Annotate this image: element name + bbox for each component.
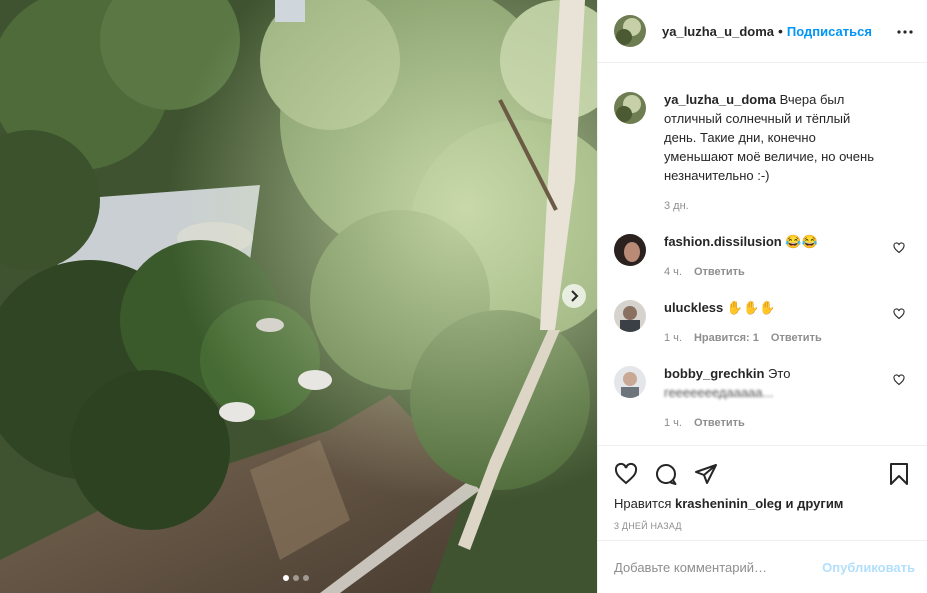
bookmark-icon[interactable] xyxy=(887,462,911,486)
caption-time[interactable]: 3 дн. xyxy=(664,197,689,216)
caption: ya_luzha_u_doma Вчера был отличный солне… xyxy=(614,90,911,216)
likes-summary: Нравится krasheninin_oleg и другим xyxy=(614,496,911,511)
comment-time[interactable]: 1 ч. xyxy=(664,414,682,433)
post-photo[interactable] xyxy=(0,0,597,593)
comment-item: fashion.dissilusion 😂😂 4 ч. Ответить xyxy=(614,232,911,282)
follow-button[interactable]: Подписаться xyxy=(787,24,872,39)
like-heart-icon[interactable] xyxy=(614,462,638,486)
post-side-panel: ya_luzha_u_doma • Подписаться ya_luzha_u… xyxy=(597,0,927,593)
commenter-avatar[interactable] xyxy=(614,300,646,332)
add-comment-input[interactable] xyxy=(614,559,823,575)
next-slide-button[interactable] xyxy=(562,284,586,308)
likes-prefix: Нравится xyxy=(614,496,672,511)
separator-dot: • xyxy=(778,23,783,39)
comment-bubble-icon[interactable] xyxy=(654,462,678,486)
comment-time[interactable]: 1 ч. xyxy=(664,329,682,348)
post-date[interactable]: 3 дней назад xyxy=(614,521,911,531)
more-options-button[interactable] xyxy=(895,22,915,42)
comment-username[interactable]: uluckless xyxy=(664,300,723,315)
reply-button[interactable]: Ответить xyxy=(694,414,745,433)
comment-text: Это xyxy=(768,366,791,381)
add-comment-bar: Опубликовать xyxy=(598,540,927,593)
like-comment-heart-icon[interactable] xyxy=(893,242,905,254)
carousel-dot xyxy=(283,575,289,581)
comment-likes[interactable]: Нравится: 1 xyxy=(694,329,759,348)
carousel-dots xyxy=(283,575,309,581)
likes-others[interactable]: и другим xyxy=(786,496,844,511)
publish-button[interactable]: Опубликовать xyxy=(822,560,915,575)
share-paper-plane-icon[interactable] xyxy=(694,462,718,486)
like-comment-heart-icon[interactable] xyxy=(893,374,905,386)
commenter-avatar[interactable] xyxy=(614,366,646,398)
comment-text: 😂😂 xyxy=(785,234,818,249)
more-dots-icon xyxy=(897,30,913,34)
comment-time[interactable]: 4 ч. xyxy=(664,263,682,282)
chevron-right-icon xyxy=(571,290,579,302)
comment-text-blurred: гееееееедааааа... xyxy=(664,385,774,400)
commenter-avatar[interactable] xyxy=(614,234,646,266)
comment-item: uluckless ✋✋✋ 1 ч. Нравится: 1 Ответить xyxy=(614,298,911,348)
instagram-post: ya_luzha_u_doma • Подписаться ya_luzha_u… xyxy=(0,0,927,593)
author-username[interactable]: ya_luzha_u_doma xyxy=(662,24,774,39)
author-avatar[interactable] xyxy=(614,15,646,47)
reply-button[interactable]: Ответить xyxy=(771,329,822,348)
comments-list[interactable]: ya_luzha_u_doma Вчера был отличный солне… xyxy=(598,64,927,442)
like-comment-heart-icon[interactable] xyxy=(893,308,905,320)
comment-username[interactable]: fashion.dissilusion xyxy=(664,234,782,249)
post-actions: Нравится krasheninin_oleg и другим 3 дне… xyxy=(598,445,927,540)
comment-text: ✋✋✋ xyxy=(726,300,776,315)
author-avatar[interactable] xyxy=(614,92,646,124)
carousel-dot xyxy=(303,575,309,581)
carousel-dot xyxy=(293,575,299,581)
caption-username[interactable]: ya_luzha_u_doma xyxy=(664,92,776,107)
post-header: ya_luzha_u_doma • Подписаться xyxy=(598,0,927,63)
reply-button[interactable]: Ответить xyxy=(694,263,745,282)
comment-item: bobby_grechkin Это гееееееедааааа... 1 ч… xyxy=(614,364,911,433)
likes-user[interactable]: krasheninin_oleg xyxy=(675,496,782,511)
photo-scene xyxy=(0,0,597,593)
comment-username[interactable]: bobby_grechkin xyxy=(664,366,764,381)
